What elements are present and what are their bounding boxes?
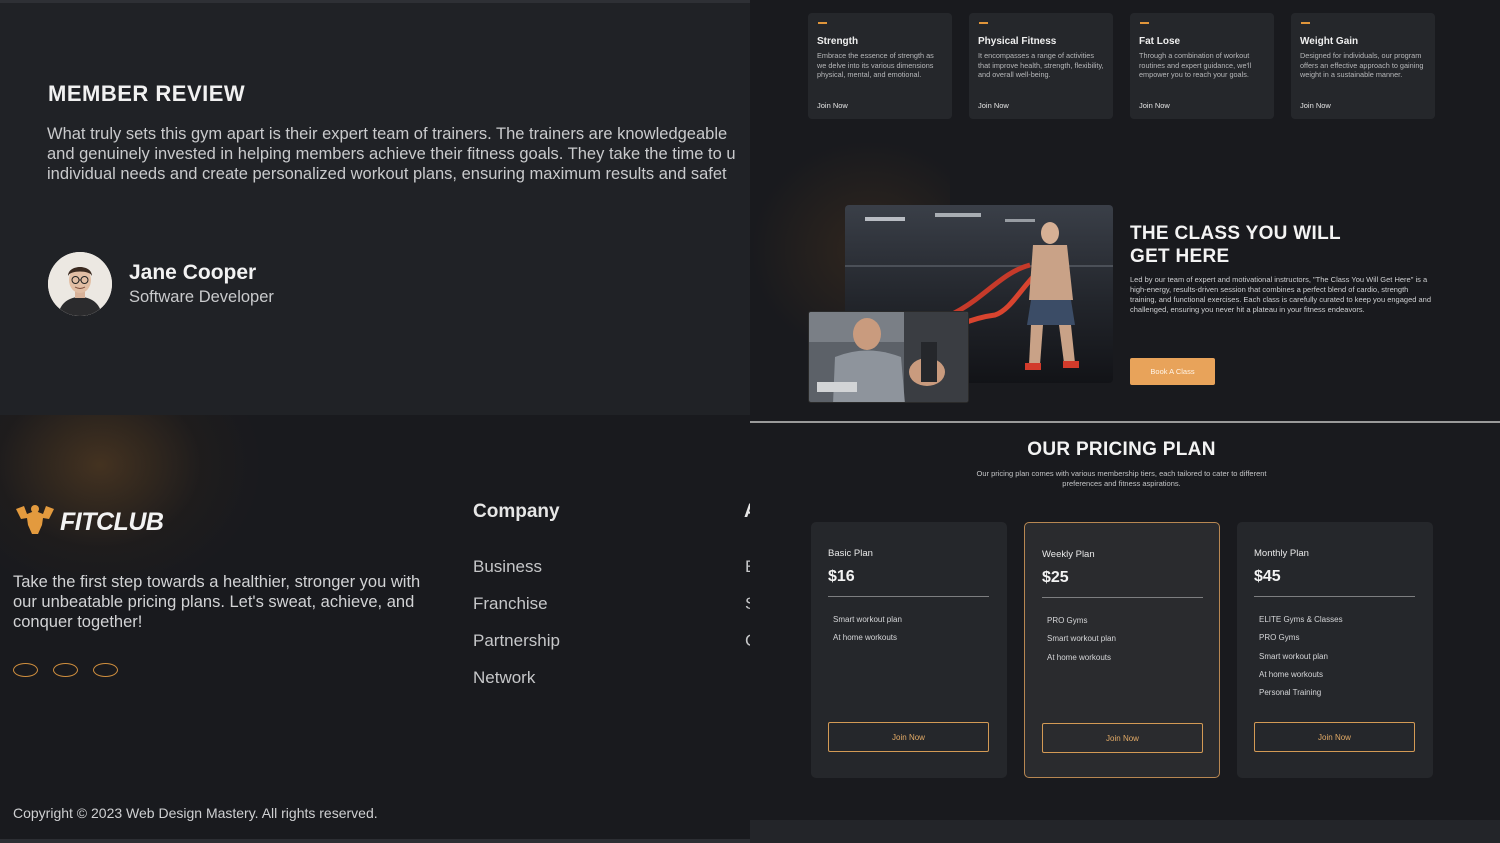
reviewer-name: Jane Cooper (129, 261, 257, 284)
service-card-fat-lose: Fat Lose Through a combination of workou… (1130, 13, 1274, 119)
service-cards: Strength Embrace the essence of strength… (808, 13, 1435, 119)
footer-link-business[interactable]: Business (473, 557, 560, 594)
plan-name: Weekly Plan (1042, 549, 1095, 560)
service-description: Embrace the essence of strength as we de… (817, 51, 934, 80)
join-now-button[interactable]: Join Now (1254, 722, 1415, 752)
join-now-link[interactable]: Join Now (817, 101, 848, 110)
plan-price: $16 (828, 568, 855, 585)
company-links: Business Franchise Partnership Network (473, 557, 560, 705)
social-links (13, 663, 118, 677)
accent-dash (979, 22, 988, 24)
pricing-section: OUR PRICING PLAN Our pricing plan comes … (750, 421, 1500, 843)
join-now-link[interactable]: Join Now (1300, 101, 1331, 110)
service-title: Physical Fitness (978, 36, 1057, 47)
service-card-weight-gain: Weight Gain Designed for individuals, ou… (1291, 13, 1435, 119)
section-divider-strip (750, 820, 1500, 843)
join-now-link[interactable]: Join Now (1139, 101, 1170, 110)
service-title: Fat Lose (1139, 36, 1181, 47)
footer-link-network[interactable]: Network (473, 668, 560, 705)
company-column-title: Company (473, 501, 560, 522)
service-description: It encompasses a range of activities tha… (978, 51, 1104, 80)
plan-name: Monthly Plan (1254, 548, 1309, 559)
service-title: Weight Gain (1300, 36, 1359, 47)
divider (1254, 596, 1415, 597)
dumbbell-icon (14, 503, 56, 542)
join-now-button[interactable]: Join Now (1042, 723, 1203, 753)
accent-dash (1301, 22, 1310, 24)
plan-feature: Smart workout plan (833, 615, 902, 624)
review-text-line: and genuinely invested in helping member… (47, 145, 736, 163)
service-card-strength: Strength Embrace the essence of strength… (808, 13, 952, 119)
accent-dash (1140, 22, 1149, 24)
join-now-button[interactable]: Join Now (828, 722, 989, 752)
plan-feature: At home workouts (833, 633, 898, 643)
plan-feature: Personal Training (1259, 688, 1322, 698)
pricing-plans: Basic Plan $16 Smart workout plan At hom… (811, 522, 1433, 778)
class-heading: THE CLASS YOU WILL GET HERE (1130, 222, 1390, 268)
class-photo-dumbbell (808, 311, 969, 403)
plan-card-basic: Basic Plan $16 Smart workout plan At hom… (811, 522, 1007, 778)
avatar (48, 252, 112, 316)
social-icon[interactable] (13, 663, 38, 677)
divider (1042, 597, 1203, 598)
class-heading-line: GET HERE (1130, 246, 1230, 267)
plan-features: PRO Gyms Smart workout plan At home work… (1042, 616, 1202, 671)
reviewer-info: Jane Cooper Software Developer (129, 261, 274, 307)
footer-section: FITCLUB Take the first step towards a he… (0, 415, 750, 843)
service-description: Through a combination of workout routine… (1139, 51, 1252, 80)
join-now-link[interactable]: Join Now (978, 101, 1009, 110)
member-review-section: MEMBER REVIEW What truly sets this gym a… (0, 0, 750, 415)
footer-link-franchise[interactable]: Franchise (473, 594, 560, 631)
plan-features: Smart workout plan At home workouts (828, 615, 990, 652)
review-text-line: individual needs and create personalized… (47, 165, 727, 183)
footer-link-partnership[interactable]: Partnership (473, 631, 560, 668)
brand-name: FITCLUB (60, 508, 164, 536)
pricing-title: OUR PRICING PLAN (1027, 439, 1216, 460)
plan-feature: At home workouts (1259, 669, 1324, 679)
reviewer-role: Software Developer (129, 288, 274, 306)
services-section: Strength Embrace the essence of strength… (750, 0, 1500, 423)
plan-features: ELITE Gyms & Classes PRO Gyms Smart work… (1254, 615, 1416, 706)
service-title: Strength (817, 36, 859, 47)
plan-price: $45 (1254, 568, 1281, 585)
plan-price: $25 (1042, 569, 1069, 586)
class-description: Led by our team of expert and motivation… (1130, 275, 1432, 314)
plan-feature: Smart workout plan (1259, 651, 1328, 661)
review-text-line: What truly sets this gym apart is their … (47, 125, 728, 143)
plan-feature: PRO Gyms (1047, 616, 1088, 625)
class-heading-line: THE CLASS YOU WILL (1130, 223, 1341, 244)
plan-card-monthly: Monthly Plan $45 ELITE Gyms & Classes PR… (1237, 522, 1433, 778)
book-a-class-button[interactable]: Book A Class (1130, 358, 1215, 385)
plan-feature: ELITE Gyms & Classes (1259, 615, 1343, 624)
reviewer: Jane Cooper Software Developer (48, 252, 274, 316)
divider (828, 596, 989, 597)
service-card-physical-fitness: Physical Fitness It encompasses a range … (969, 13, 1113, 119)
review-text: What truly sets this gym apart is their … (47, 124, 750, 184)
plan-feature: At home workouts (1047, 652, 1112, 662)
service-description: Designed for individuals, our program of… (1300, 51, 1424, 80)
footer-description: Take the first step towards a healthier,… (13, 573, 421, 631)
review-heading: MEMBER REVIEW (48, 81, 246, 106)
social-icon[interactable] (53, 663, 78, 677)
brand-logo[interactable]: FITCLUB (14, 503, 164, 542)
plan-feature: Smart workout plan (1047, 634, 1116, 644)
plan-name: Basic Plan (828, 548, 873, 559)
pricing-subtitle: Our pricing plan comes with various memb… (976, 469, 1267, 488)
social-icon[interactable] (93, 663, 118, 677)
accent-dash (818, 22, 827, 24)
copyright: Copyright © 2023 Web Design Mastery. All… (13, 805, 378, 821)
plan-card-weekly: Weekly Plan $25 PRO Gyms Smart workout p… (1024, 522, 1220, 778)
plan-feature: PRO Gyms (1259, 633, 1300, 643)
